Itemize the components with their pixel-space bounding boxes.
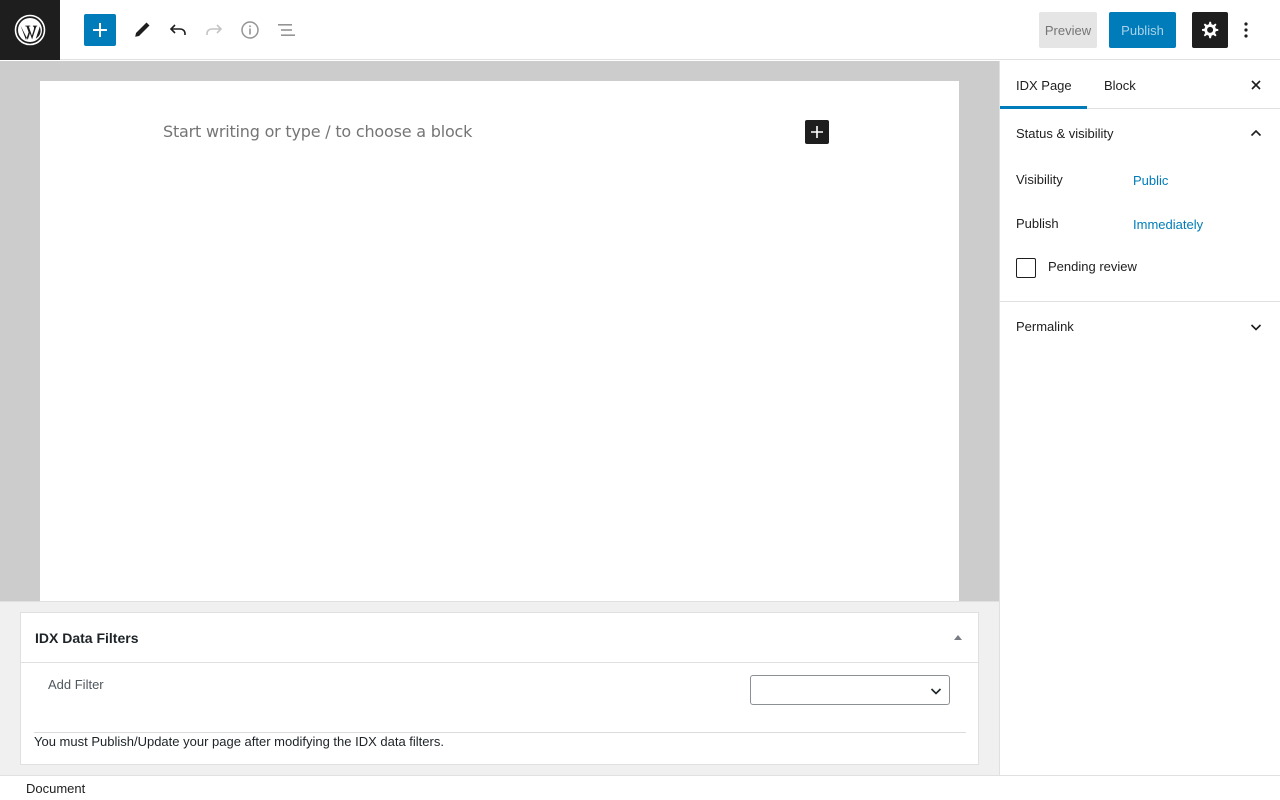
tab-idx-page[interactable]: IDX Page <box>1000 61 1087 109</box>
list-view-icon <box>278 24 295 36</box>
panel-toggle-button[interactable] <box>1248 125 1264 141</box>
redo-icon <box>206 24 223 35</box>
details-button[interactable] <box>232 12 268 48</box>
publish-update-note: You must Publish/Update your page after … <box>34 734 444 749</box>
triangle-up-icon <box>954 635 962 640</box>
plus-icon <box>811 126 823 138</box>
metabox-title: IDX Data Filters <box>35 630 139 646</box>
status-visibility-panel-title[interactable]: Status & visibility <box>1016 126 1114 141</box>
permalink-panel[interactable]: Permalink <box>1000 302 1280 352</box>
editor-canvas: Start writing or type / to choose a bloc… <box>0 61 999 612</box>
list-view-button[interactable] <box>268 12 304 48</box>
close-icon <box>1251 80 1261 90</box>
plus-icon <box>93 23 107 37</box>
chevron-down-icon <box>1250 324 1262 331</box>
chevron-down-icon <box>930 688 942 695</box>
metabox-divider <box>34 732 966 733</box>
block-breadcrumb-bar: Document <box>0 775 1280 800</box>
status-visibility-panel: Status & visibility Visibility Public Pu… <box>1000 109 1280 302</box>
tab-block[interactable]: Block <box>1104 61 1136 109</box>
publish-button[interactable]: Publish <box>1109 12 1176 48</box>
idx-data-filters-metabox: IDX Data Filters Add Filter You must Pub… <box>20 612 979 765</box>
editor-header: Preview Publish <box>0 0 1280 60</box>
collapse-toggle-button[interactable] <box>952 631 964 643</box>
block-placeholder[interactable]: Start writing or type / to choose a bloc… <box>163 122 472 141</box>
preview-button[interactable]: Preview <box>1039 12 1097 48</box>
add-filter-select[interactable] <box>750 675 950 705</box>
metaboxes-area: IDX Data Filters Add Filter You must Pub… <box>0 601 999 775</box>
editor-page[interactable]: Start writing or type / to choose a bloc… <box>40 81 959 612</box>
publish-date-toggle[interactable]: Immediately <box>1133 217 1203 232</box>
settings-sidebar: IDX Page Block Status & visibility Visib… <box>999 61 1280 775</box>
add-filter-label: Add Filter <box>48 677 104 692</box>
publish-label: Publish <box>1016 216 1059 231</box>
gear-icon <box>1202 21 1219 39</box>
inline-add-block-button[interactable] <box>805 120 829 144</box>
redo-button[interactable] <box>196 12 232 48</box>
close-sidebar-button[interactable] <box>1248 77 1264 93</box>
info-icon <box>241 21 259 39</box>
settings-button[interactable] <box>1192 12 1228 48</box>
tools-button[interactable] <box>124 12 160 48</box>
undo-icon <box>169 24 186 35</box>
add-block-button[interactable] <box>84 14 116 46</box>
more-options-button[interactable] <box>1232 12 1260 48</box>
undo-button[interactable] <box>160 12 196 48</box>
more-vertical-icon <box>1244 22 1248 38</box>
pending-review-checkbox[interactable] <box>1016 258 1036 278</box>
sidebar-tabs: IDX Page Block <box>1000 61 1280 109</box>
metabox-header[interactable]: IDX Data Filters <box>21 613 978 663</box>
wordpress-logo-button[interactable] <box>0 0 60 60</box>
pending-review-label[interactable]: Pending review <box>1048 259 1137 274</box>
breadcrumb-document[interactable]: Document <box>26 781 85 796</box>
visibility-toggle[interactable]: Public <box>1133 173 1168 188</box>
panel-toggle-button[interactable] <box>1248 319 1264 335</box>
chevron-up-icon <box>1250 129 1262 137</box>
permalink-panel-title[interactable]: Permalink <box>1016 319 1074 334</box>
pencil-icon <box>135 22 150 37</box>
visibility-label: Visibility <box>1016 172 1063 187</box>
wordpress-icon <box>14 14 46 46</box>
